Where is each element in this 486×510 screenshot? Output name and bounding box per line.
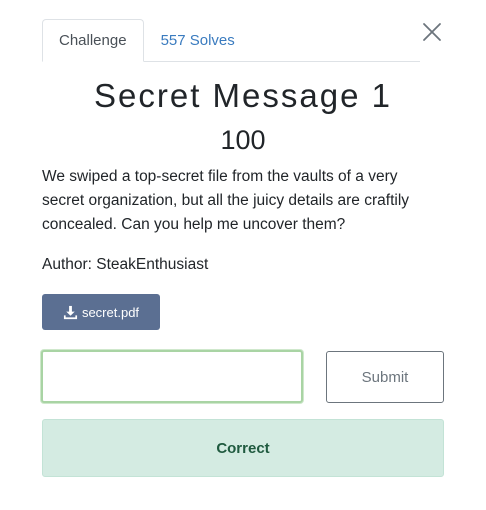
download-icon xyxy=(63,305,78,319)
challenge-description: We swiped a top-secret file from the vau… xyxy=(42,168,410,233)
result-message: Correct xyxy=(216,439,270,457)
result-alert: Correct xyxy=(42,419,444,477)
download-file-button[interactable]: secret.pdf xyxy=(42,294,160,330)
challenge-title: Secret Message 1 xyxy=(94,77,392,114)
close-button[interactable] xyxy=(421,21,443,43)
close-icon xyxy=(423,23,441,41)
challenge-points: 100 xyxy=(220,125,266,155)
download-file-label: secret.pdf xyxy=(81,304,140,320)
challenge-modal: Challenge 557 Solves Secret Message 1 10… xyxy=(0,0,486,510)
submit-button[interactable]: Submit xyxy=(326,351,444,403)
challenge-tabs: Challenge 557 Solves xyxy=(42,19,420,62)
tab-challenge-label: Challenge xyxy=(59,32,127,49)
tab-solves[interactable]: 557 Solves xyxy=(144,19,251,61)
tab-challenge[interactable]: Challenge xyxy=(42,19,144,62)
flag-input[interactable] xyxy=(41,350,303,403)
challenge-author: Author: SteakEnthusiast xyxy=(42,256,209,273)
tab-solves-label: 557 Solves xyxy=(160,31,235,49)
